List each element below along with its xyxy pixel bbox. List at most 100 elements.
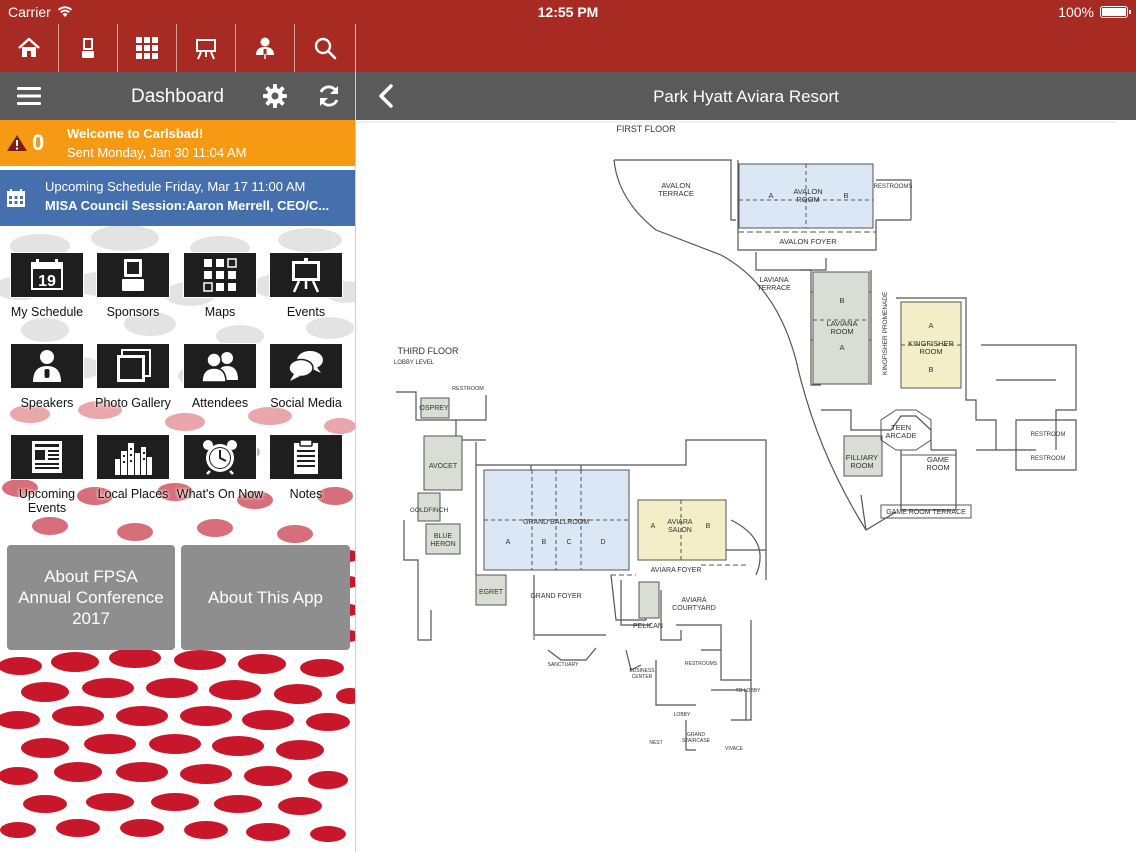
tile-icon-box	[10, 434, 84, 480]
label-lobby-level: LOBBY LEVEL	[394, 360, 435, 366]
gear-icon[interactable]	[262, 83, 288, 109]
label-restroom-right-1: RESTROOM	[1031, 432, 1066, 438]
label-avalon-b: B	[843, 191, 848, 200]
tile-icon-box	[183, 343, 257, 389]
label-ballroom-a: A	[506, 539, 511, 546]
detail-top-bar	[356, 24, 1136, 72]
label-aviara-courtyard-1: AVIARA	[681, 597, 706, 604]
nav-events-button[interactable]	[177, 24, 236, 72]
sponsors-icon	[82, 38, 94, 58]
notes-icon	[294, 439, 318, 474]
tile-events[interactable]: Events	[262, 252, 350, 319]
label-kingfisher-room-2: ROOM	[919, 347, 942, 356]
label-game-room-terrace: GAME ROOM TERRACE	[886, 509, 966, 516]
label-blue-heron-1: BLUE	[434, 533, 453, 540]
upcoming-schedule-banner[interactable]: Upcoming Schedule Friday, Mar 17 11:00 A…	[0, 170, 355, 226]
decorative-oval-pattern	[0, 226, 355, 842]
tile-speakers[interactable]: Speakers	[3, 343, 91, 410]
photo-gallery-icon	[117, 349, 151, 382]
home-icon	[18, 37, 40, 57]
tile-label: Speakers	[20, 396, 74, 410]
tile-maps[interactable]: Maps	[176, 252, 264, 319]
tile-icon-box	[96, 434, 170, 480]
calendar-day-number: 19	[38, 273, 56, 290]
about-conference-button[interactable]: About FPSA Annual Conference 2017	[7, 545, 175, 650]
label-sanctuary: SANCTUARY	[548, 662, 579, 668]
tile-whats-on-now[interactable]: What's On Now	[176, 434, 264, 501]
label-laviana-terrace-1: LAVIANA	[759, 277, 788, 284]
label-filliary-room-2: ROOM	[850, 461, 873, 470]
label-laviana-room-2: ROOM	[830, 327, 853, 336]
label-aviara-salon-a: A	[651, 523, 656, 530]
tile-label: My Schedule	[10, 305, 84, 319]
calendar-icon	[7, 189, 25, 207]
speech-bubbles-icon	[288, 351, 323, 381]
tile-social-media[interactable]: Social Media	[262, 343, 350, 410]
tile-icon-box	[269, 343, 343, 389]
tile-upcoming-events[interactable]: Upcoming Events	[3, 434, 91, 515]
label-laviana-terrace-2: TERRACE	[757, 285, 791, 292]
nav-speakers-button[interactable]	[236, 24, 295, 72]
tile-attendees[interactable]: Attendees	[176, 343, 264, 410]
label-third-floor: THIRD FLOOR	[397, 346, 459, 356]
refresh-icon[interactable]	[316, 83, 342, 109]
tile-label: What's On Now	[176, 487, 264, 501]
tile-sponsors[interactable]: Sponsors	[89, 252, 177, 319]
label-egret: EGRET	[479, 589, 504, 596]
map-title: Park Hyatt Aviara Resort	[653, 87, 839, 106]
top-nav-bar	[0, 24, 355, 72]
battery-icon	[1100, 6, 1131, 18]
alert-sent-time: Sent Monday, Jan 30 11:04 AM	[67, 145, 247, 160]
dashboard-title: Dashboard	[131, 86, 224, 107]
label-kingfisher-promenade: KINGFISHER PROMENADE	[882, 291, 889, 375]
tile-photo-gallery[interactable]: Photo Gallery	[89, 343, 177, 410]
city-skyline-icon	[115, 443, 152, 475]
tile-label: Attendees	[191, 396, 249, 410]
tile-label: Photo Gallery	[95, 396, 171, 410]
label-game-room-2: ROOM	[926, 463, 949, 472]
label-osprey: OSPREY	[419, 405, 449, 412]
label-avalon-terrace-2: TERRACE	[658, 189, 694, 198]
label-ballroom-b: B	[542, 539, 547, 546]
tile-my-schedule[interactable]: 19 My Schedule	[3, 252, 91, 319]
nav-maps-button[interactable]	[118, 24, 177, 72]
label-aviara-courtyard-2: COURTYARD	[672, 605, 716, 612]
tile-icon-box	[183, 252, 257, 298]
floor-plan-map[interactable]: FIRST FLOOR AVALON TERRACE AVALON ROOM A…	[356, 120, 1136, 852]
sponsors-icon	[122, 259, 144, 291]
tile-local-places[interactable]: Local Places	[89, 434, 177, 501]
label-restroom-right-2: RESTROOM	[1031, 456, 1066, 462]
nav-search-button[interactable]	[295, 24, 354, 72]
label-business-center-2: CENTER	[632, 674, 653, 680]
schedule-session-title: MISA Council Session:Aaron Merrell, CEO/…	[45, 198, 330, 213]
label-kingfisher-a: A	[928, 321, 933, 330]
label-restrooms-first: RESTROOMS	[874, 184, 913, 190]
label-kingfisher-b: B	[928, 365, 933, 374]
label-blue-heron-2: HERON	[430, 541, 455, 548]
map-toolbar: Park Hyatt Aviara Resort	[356, 72, 1136, 120]
floor-plan-viewer[interactable]: FIRST FLOOR AVALON TERRACE AVALON ROOM A…	[356, 120, 1136, 852]
alert-banner[interactable]: 0 Welcome to Carlsbad! Sent Monday, Jan …	[0, 120, 355, 166]
label-lobby: LOBBY	[674, 712, 691, 718]
label-goldfinch: GOLDFINCH	[410, 507, 449, 514]
schedule-datetime: Upcoming Schedule Friday, Mar 17 11:00 A…	[45, 179, 306, 194]
dashboard-panel: Dashboard 0 Welcome to Carlsbad! Sent Mo…	[0, 24, 355, 852]
alarm-clock-icon	[203, 440, 237, 475]
maps-icon	[203, 258, 237, 292]
label-avocet: AVOCET	[429, 463, 458, 470]
easel-icon	[196, 39, 216, 60]
battery-label: 100%	[1058, 4, 1094, 20]
nav-sponsors-button[interactable]	[59, 24, 118, 72]
nav-home-button[interactable]	[0, 24, 59, 72]
easel-icon	[292, 258, 320, 293]
alert-headline: Welcome to Carlsbad!	[67, 126, 204, 141]
tile-icon-box	[269, 434, 343, 480]
about-app-button[interactable]: About This App	[181, 545, 350, 650]
label-aviara-foyer: AVIARA FOYER	[651, 567, 702, 574]
tile-label: Notes	[289, 487, 323, 501]
tile-icon-box	[10, 343, 84, 389]
label-ballroom-c: C	[566, 539, 571, 546]
tile-notes[interactable]: Notes	[262, 434, 350, 501]
label-ballroom-d: D	[600, 539, 605, 546]
tile-icon-box	[269, 252, 343, 298]
